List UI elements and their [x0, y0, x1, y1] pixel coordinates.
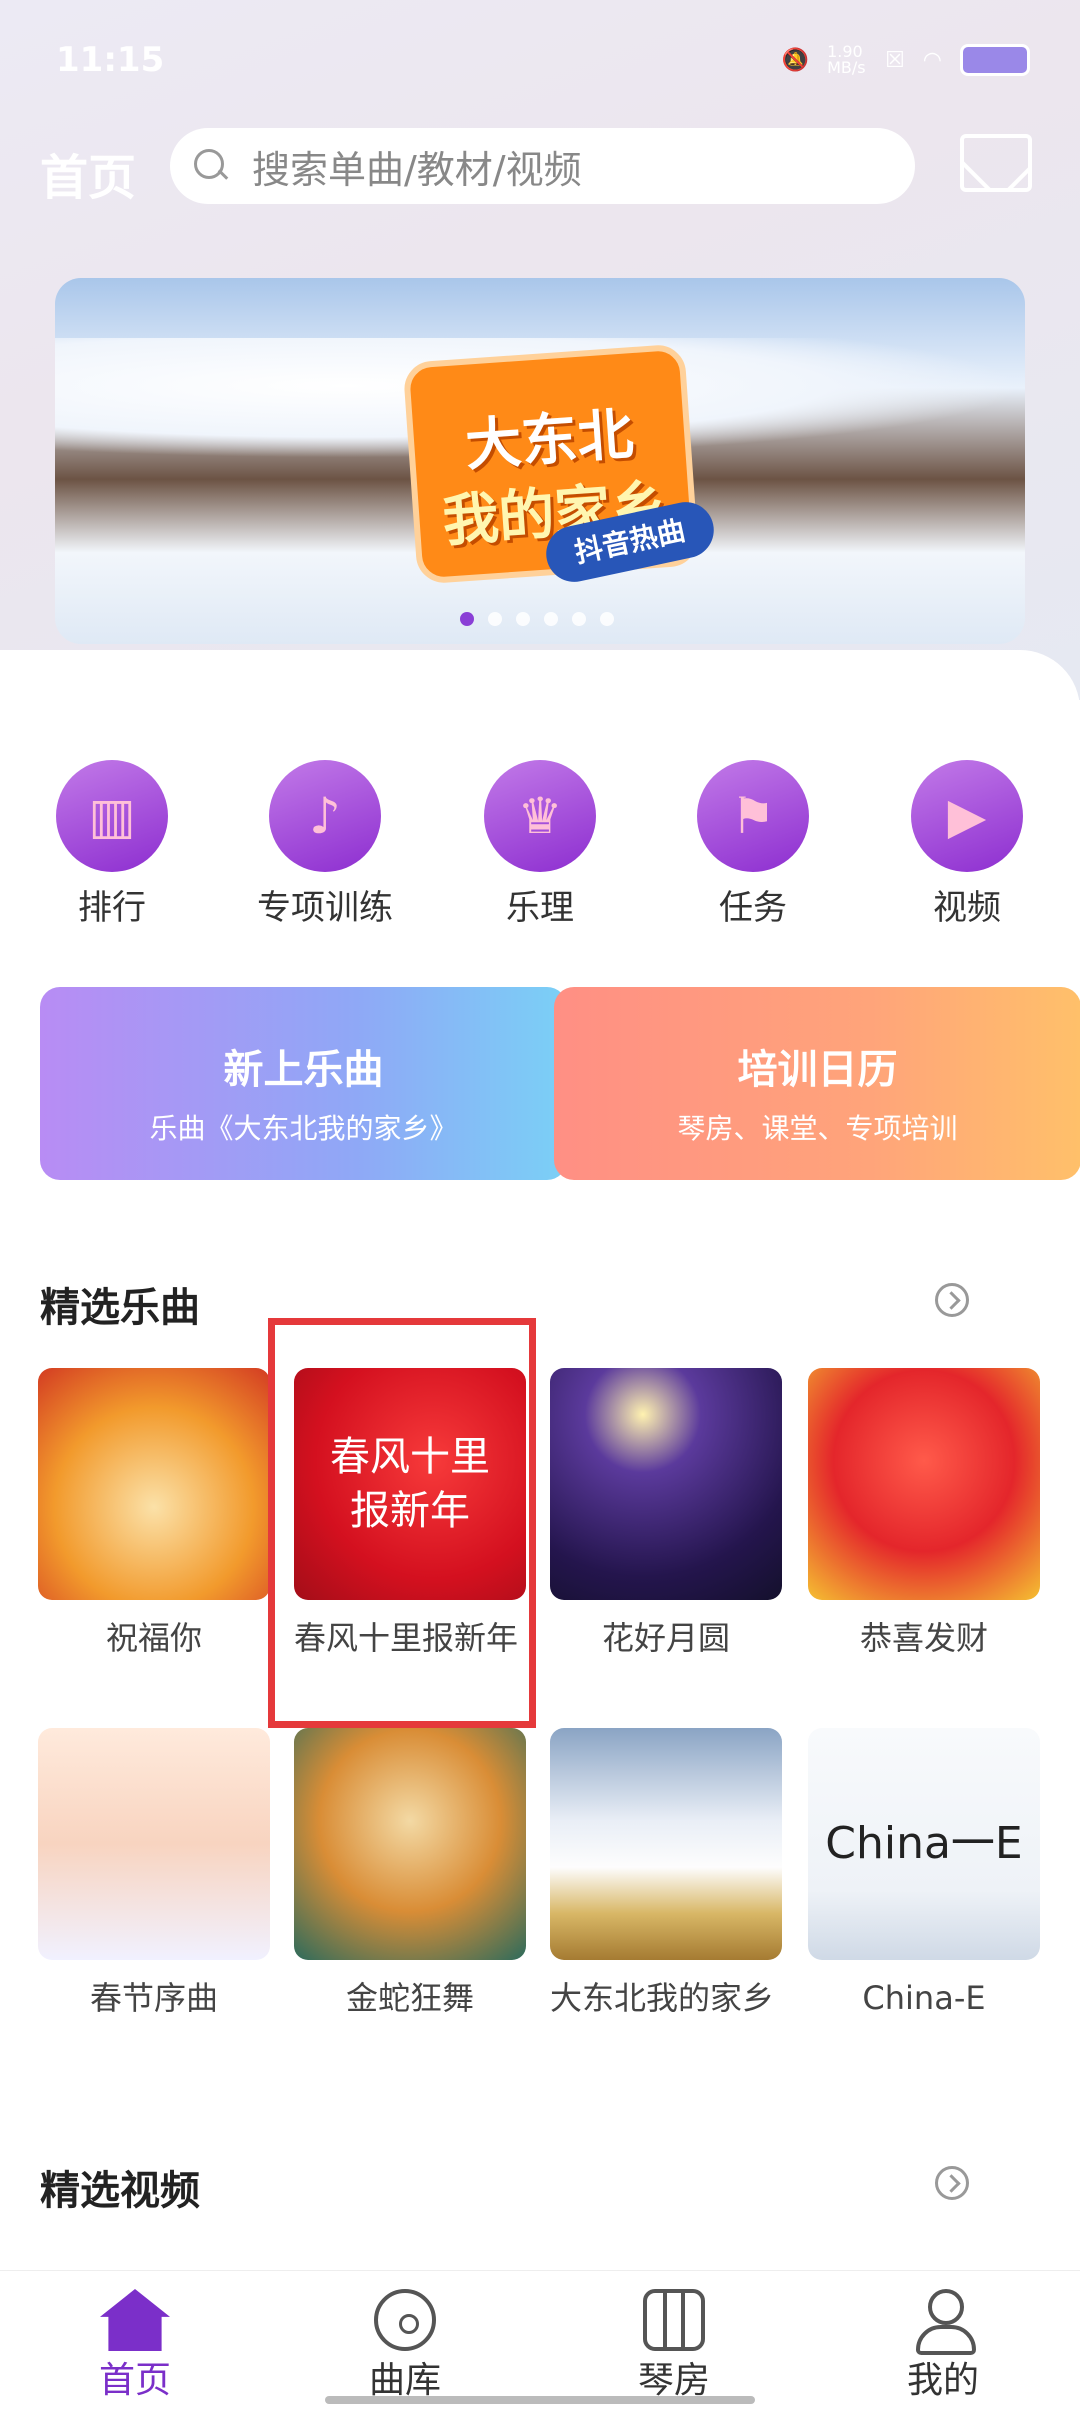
- promo-title: 培训日历: [737, 1047, 898, 1093]
- song-title: 春节序曲: [89, 1979, 218, 2017]
- home-indicator[interactable]: [325, 2396, 755, 2404]
- carousel-dot[interactable]: [600, 612, 614, 626]
- song-tile[interactable]: 花好月圆: [550, 1368, 782, 1658]
- carousel-dot[interactable]: [516, 612, 530, 626]
- status-bar: 11:15 🔕 1.90 MB/s ☒ ◠: [0, 0, 1080, 120]
- quick-nav-theory[interactable]: ♛ 乐理: [455, 760, 625, 929]
- song-title: 大东北我的家乡: [550, 1979, 775, 2017]
- carousel-dot[interactable]: [572, 612, 586, 626]
- quick-nav-label: 专项训练: [257, 888, 393, 928]
- nav-library[interactable]: 曲库: [315, 2271, 495, 2403]
- banner-carousel[interactable]: 大东北 我的家乡 抖音热曲: [55, 278, 1025, 644]
- battery-icon: [960, 44, 1030, 76]
- nav-home[interactable]: 首页: [45, 2271, 225, 2403]
- carousel-dot[interactable]: [488, 612, 502, 626]
- song-title: 花好月圆: [601, 1619, 730, 1657]
- quick-nav: ▥ 排行 ♪ 专项训练 ♛ 乐理 ⚑ 任务 ▶ 视频: [0, 760, 1080, 928]
- song-tile[interactable]: 春节序曲: [38, 1728, 270, 2018]
- mute-icon: 🔕: [781, 47, 810, 73]
- selection-highlight: [268, 1318, 536, 1728]
- featured-videos-more-icon[interactable]: [935, 2166, 969, 2200]
- song-tile[interactable]: 金蛇狂舞: [294, 1728, 526, 2018]
- quick-nav-tasks[interactable]: ⚑ 任务: [668, 760, 838, 929]
- training-calendar-card[interactable]: 培训日历 琴房、课堂、专项培训: [554, 987, 1080, 1180]
- song-cover: [808, 1368, 1040, 1600]
- song-title: 恭喜发财: [859, 1619, 988, 1657]
- song-title: China-E: [862, 1979, 986, 2017]
- carousel-dot[interactable]: [544, 612, 558, 626]
- song-tile[interactable]: 祝福你: [38, 1368, 270, 1658]
- video-camera-icon: ▶: [911, 760, 1023, 872]
- search-icon: [194, 149, 228, 183]
- music-note-icon: ♪: [269, 760, 381, 872]
- quick-nav-label: 任务: [719, 888, 787, 928]
- promo-title: 新上乐曲: [223, 1047, 384, 1093]
- quick-nav-label: 排行: [78, 888, 146, 928]
- song-tile[interactable]: China一E China-E: [808, 1728, 1040, 2018]
- nav-label: 我的: [906, 2360, 979, 2401]
- song-title: 祝福你: [105, 1619, 202, 1657]
- song-title: 金蛇狂舞: [345, 1979, 474, 2017]
- featured-songs-more-icon[interactable]: [935, 1283, 969, 1317]
- featured-songs-title: 精选乐曲: [40, 1285, 200, 1331]
- bottom-nav: 首页 曲库 琴房 我的: [0, 2270, 1080, 2409]
- song-tile[interactable]: 恭喜发财: [808, 1368, 1040, 1658]
- promo-subtitle: 乐曲《大东北我的家乡》: [149, 1112, 458, 1145]
- home-icon: [100, 2289, 170, 2351]
- status-icons: 🔕 1.90 MB/s ☒ ◠: [782, 44, 1030, 76]
- ranking-icon: ▥: [56, 760, 168, 872]
- quick-nav-label: 乐理: [506, 888, 574, 928]
- search-input[interactable]: 搜索单曲/教材/视频: [170, 128, 915, 204]
- song-tile[interactable]: 大东北我的家乡: [550, 1728, 782, 2018]
- mail-icon[interactable]: [960, 134, 1032, 192]
- quick-nav-training[interactable]: ♪ 专项训练: [240, 760, 410, 929]
- promo-subtitle: 琴房、课堂、专项培训: [677, 1112, 958, 1145]
- featured-videos-title: 精选视频: [40, 2168, 200, 2214]
- wifi-icon: ◠: [922, 47, 942, 73]
- quick-nav-label: 视频: [933, 888, 1001, 928]
- carousel-dots: [460, 612, 614, 626]
- song-cover: [38, 1368, 270, 1600]
- network-speed: 1.90 MB/s: [827, 42, 866, 77]
- nav-profile[interactable]: 我的: [853, 2271, 1033, 2403]
- user-icon: [912, 2289, 976, 2355]
- search-placeholder: 搜索单曲/教材/视频: [252, 147, 582, 192]
- new-songs-card[interactable]: 新上乐曲 乐曲《大东北我的家乡》: [40, 987, 567, 1180]
- trophy-icon: ♛: [484, 760, 596, 872]
- nav-practice-room[interactable]: 琴房: [584, 2271, 764, 2403]
- flag-icon: ⚑: [697, 760, 809, 872]
- page-title: 首页: [40, 150, 137, 206]
- song-cover: [294, 1728, 526, 1960]
- song-cover: [550, 1368, 782, 1600]
- nav-label: 首页: [98, 2360, 171, 2401]
- song-cover: [38, 1728, 270, 1960]
- song-cover: China一E: [808, 1728, 1040, 1960]
- carousel-dot[interactable]: [460, 612, 474, 626]
- quick-nav-video[interactable]: ▶ 视频: [882, 760, 1052, 929]
- close-box-icon: ☒: [885, 47, 905, 73]
- status-time: 11:15: [56, 40, 165, 80]
- song-cover: [550, 1728, 782, 1960]
- quick-nav-ranking[interactable]: ▥ 排行: [27, 760, 197, 929]
- song-cover-text: China一E: [825, 1818, 1023, 1869]
- disc-icon: [374, 2289, 436, 2351]
- piano-icon: [643, 2289, 705, 2351]
